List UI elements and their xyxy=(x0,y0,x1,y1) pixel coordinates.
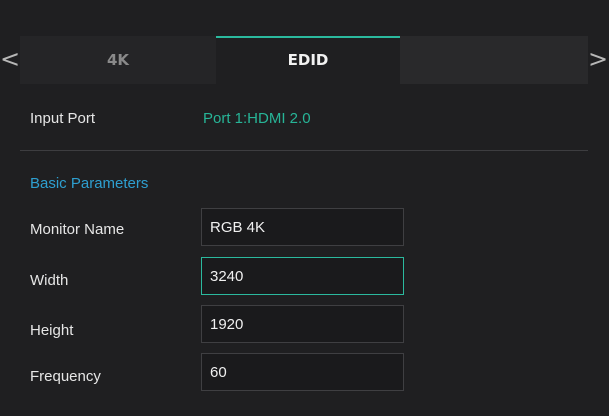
chevron-left-icon[interactable]: < xyxy=(0,36,20,84)
basic-parameters-heading: Basic Parameters xyxy=(30,175,149,192)
input-port-value: Port 1:HDMI 2.0 xyxy=(203,110,311,127)
height-field[interactable] xyxy=(201,305,404,343)
tab-4k[interactable]: 4K xyxy=(20,36,216,84)
width-field[interactable] xyxy=(201,257,404,295)
height-label: Height xyxy=(30,322,74,339)
width-label: Width xyxy=(30,272,69,289)
section-divider xyxy=(20,150,588,151)
monitor-name-field[interactable] xyxy=(201,208,404,246)
edid-settings-panel: < 4K EDID > Input Port Port 1:HDMI 2.0 B… xyxy=(0,0,609,416)
chevron-right-icon[interactable]: > xyxy=(588,36,608,84)
monitor-name-label: Monitor Name xyxy=(30,221,125,238)
frequency-field[interactable] xyxy=(201,353,404,391)
tab-bar: < 4K EDID > xyxy=(0,36,609,84)
tab-edid[interactable]: EDID xyxy=(216,36,400,84)
tab-blank[interactable] xyxy=(400,36,588,84)
frequency-label: Frequency xyxy=(30,368,101,385)
input-port-label: Input Port xyxy=(30,110,96,127)
